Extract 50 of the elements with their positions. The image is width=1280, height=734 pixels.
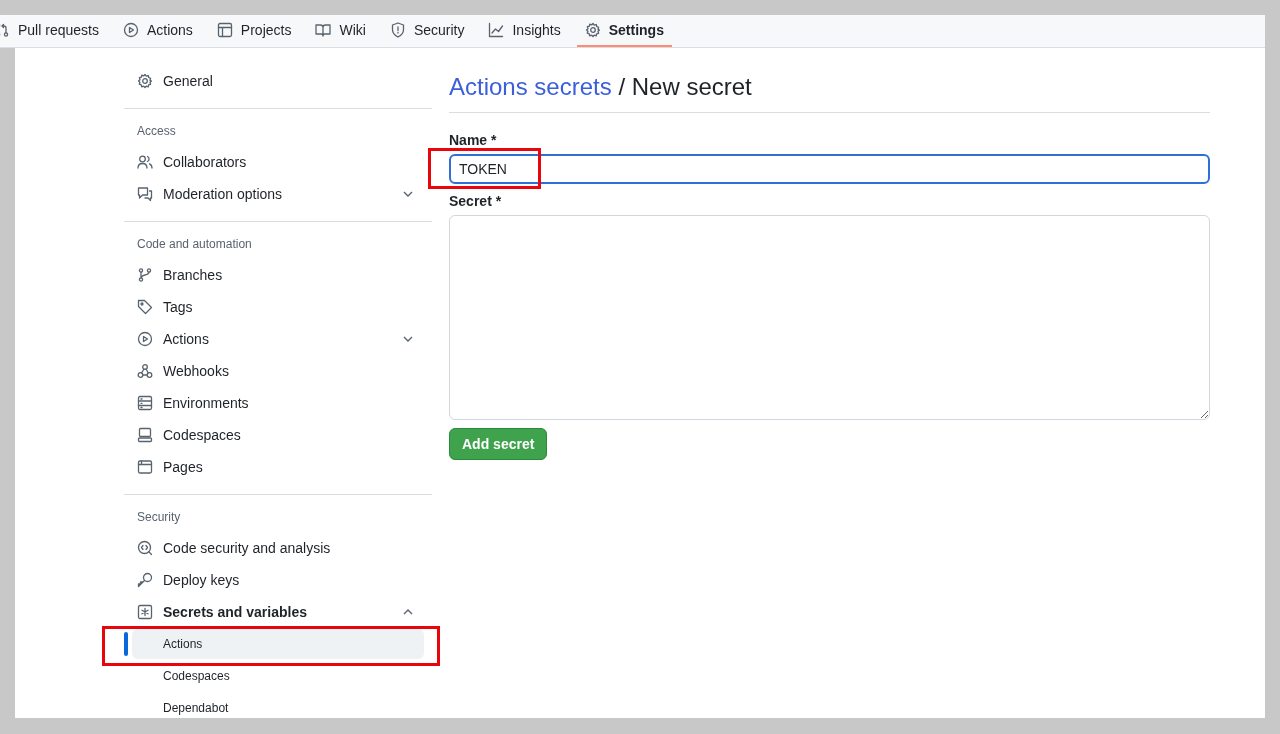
sidebar-icon bbox=[137, 331, 153, 347]
field-label: Name * bbox=[449, 132, 498, 148]
sidebar-icon bbox=[137, 395, 153, 411]
tab-icon bbox=[122, 22, 139, 38]
sidebar-item[interactable]: Deploy keys bbox=[124, 564, 432, 596]
sidebar-subitem[interactable]: Codespaces bbox=[132, 661, 424, 691]
sidebar-icon bbox=[137, 572, 153, 588]
sidebar-item[interactable]: Webhooks bbox=[124, 355, 432, 387]
breadcrumb-link[interactable]: Actions secrets bbox=[449, 73, 612, 100]
sidebar-icon bbox=[137, 604, 153, 620]
sidebar-item[interactable]: Codespaces bbox=[124, 419, 432, 451]
sidebar-icon bbox=[137, 73, 153, 89]
nav-tab[interactable]: Wiki bbox=[307, 15, 374, 47]
sidebar-item[interactable]: Code security and analysis bbox=[124, 532, 432, 564]
sidebar-heading: Access bbox=[136, 123, 177, 140]
nav-tab[interactable]: Insights bbox=[480, 15, 569, 47]
sidebar-item[interactable]: Pages bbox=[124, 451, 432, 483]
sidebar-subitem[interactable]: Actions bbox=[132, 629, 424, 659]
sidebar-heading: Code and automation bbox=[136, 236, 253, 253]
tab-icon bbox=[216, 22, 233, 38]
sidebar-item[interactable]: Actions bbox=[124, 323, 432, 355]
sidebar-icon bbox=[137, 299, 153, 315]
field-label: Secret * bbox=[449, 193, 503, 209]
sidebar-item[interactable]: Collaborators bbox=[124, 146, 432, 178]
sidebar-item[interactable]: General bbox=[124, 65, 432, 97]
sidebar-icon bbox=[137, 427, 153, 443]
nav-tab[interactable]: Security bbox=[381, 15, 473, 47]
sidebar-item[interactable]: Tags bbox=[124, 291, 432, 323]
tab-icon bbox=[584, 22, 601, 38]
sidebar-item[interactable]: Branches bbox=[124, 259, 432, 291]
sidebar-item[interactable]: Moderation options bbox=[124, 178, 432, 210]
page-title: Actions secrets / New secret bbox=[449, 73, 1210, 113]
sidebar-icon bbox=[137, 459, 153, 475]
nav-tab[interactable]: Pull requests bbox=[0, 15, 107, 47]
sidebar-icon bbox=[137, 363, 153, 379]
sidebar-heading: Security bbox=[136, 509, 182, 526]
secret-textarea[interactable] bbox=[449, 215, 1210, 420]
sidebar-subitem[interactable]: Dependabot bbox=[132, 693, 424, 718]
nav-tab[interactable]: Actions bbox=[114, 15, 201, 47]
tab-icon bbox=[389, 22, 406, 38]
sidebar-icon bbox=[137, 154, 153, 170]
tab-icon bbox=[488, 22, 505, 38]
sidebar-icon bbox=[137, 267, 153, 283]
tab-icon bbox=[315, 22, 332, 38]
sidebar-item[interactable]: Environments bbox=[124, 387, 432, 419]
sidebar-item[interactable]: Secrets and variables bbox=[124, 596, 432, 628]
name-input[interactable]: TOKEN bbox=[449, 154, 1210, 184]
sidebar-icon bbox=[137, 186, 153, 202]
nav-tab[interactable]: Projects bbox=[208, 15, 300, 47]
sidebar-icon bbox=[137, 540, 153, 556]
